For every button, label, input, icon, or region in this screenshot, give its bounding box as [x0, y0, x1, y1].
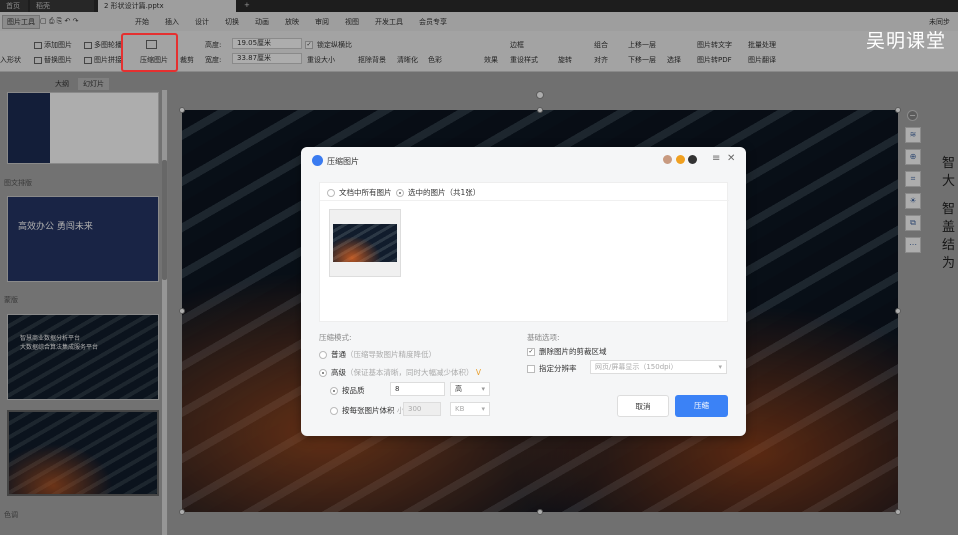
normal-mode-radio[interactable]: 普通（压缩导致图片精度降低）: [319, 349, 436, 360]
set-resolution-checkbox[interactable]: 指定分辨率: [527, 363, 577, 374]
app-icon: [312, 155, 323, 166]
by-size-radio[interactable]: 按每张图片体积 小于: [330, 405, 412, 416]
basic-options-label: 基础选项:: [527, 333, 560, 342]
highlight-annotation: [121, 33, 178, 72]
close-icon[interactable]: ✕: [727, 153, 735, 164]
scope-all-radio[interactable]: 文档中所有图片: [327, 187, 392, 198]
scope-selected-radio[interactable]: 选中的图片（共1张）: [396, 187, 480, 198]
dialog-title: 压缩图片: [327, 157, 359, 166]
avatar[interactable]: [663, 155, 672, 164]
mode-label: 压缩模式:: [319, 333, 352, 342]
image-preview-area: 文档中所有图片 选中的图片（共1张）: [319, 182, 729, 322]
size-unit-select[interactable]: KB ▾: [450, 402, 490, 416]
by-quality-radio[interactable]: 按品质: [330, 385, 365, 396]
size-input[interactable]: 300: [403, 402, 441, 416]
resolution-select[interactable]: 网页/屏幕显示（150dpi） ▾: [590, 360, 727, 374]
quality-input[interactable]: 8: [390, 382, 445, 396]
compress-button[interactable]: 压缩: [675, 395, 728, 417]
image-thumbnail[interactable]: [329, 209, 401, 277]
vip-icon: V: [475, 368, 482, 377]
member-badge-icon[interactable]: [676, 155, 685, 164]
vip-badge-icon[interactable]: [688, 155, 697, 164]
watermark: 吴明课堂: [866, 30, 947, 52]
advanced-mode-radio[interactable]: 高级（保证基本清晰，同时大幅减少体积） V: [319, 367, 481, 378]
quality-level-select[interactable]: 高 ▾: [450, 382, 490, 396]
compress-image-dialog: 压缩图片 ≡ ✕ 文档中所有图片 选中的图片（共1张） 压缩模式: 普通（压缩导…: [301, 147, 746, 436]
delete-crop-checkbox[interactable]: ✓ 删除图片的剪裁区域: [527, 346, 607, 357]
cancel-button[interactable]: 取消: [617, 395, 669, 417]
menu-icon[interactable]: ≡: [712, 153, 720, 164]
